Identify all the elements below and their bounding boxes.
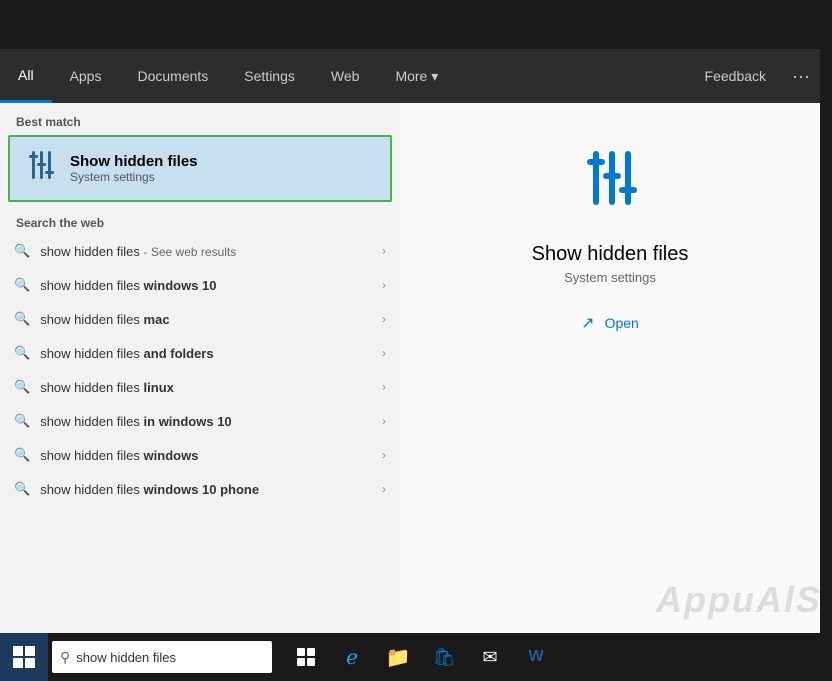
list-item[interactable]: 🔍 show hidden files linux › — [0, 370, 400, 404]
settings-icon — [22, 147, 58, 190]
list-item[interactable]: 🔍 show hidden files windows › — [0, 438, 400, 472]
open-label: Open — [605, 315, 639, 331]
tab-all[interactable]: All — [0, 49, 52, 103]
search-item-text: show hidden files windows 10 — [40, 278, 382, 293]
arrow-icon: › — [382, 482, 386, 496]
list-item[interactable]: 🔍 show hidden files - See web results › — [0, 234, 400, 268]
tab-more[interactable]: More ▾ — [377, 49, 456, 103]
result-subtitle: System settings — [564, 270, 656, 285]
start-button[interactable] — [0, 633, 48, 681]
arrow-icon: › — [382, 312, 386, 326]
tab-settings[interactable]: Settings — [226, 49, 313, 103]
search-icon: 🔍 — [14, 481, 30, 497]
search-item-text: show hidden files windows — [40, 448, 382, 463]
arrow-icon: › — [382, 278, 386, 292]
open-icon: ↗ — [581, 313, 594, 333]
search-item-text: show hidden files linux — [40, 380, 382, 395]
left-panel: Best match Show hidden files — [0, 103, 400, 633]
taskbar-word[interactable]: W — [514, 633, 558, 681]
taskbar-icons: ℯ 📁 🛍 ✉ W — [284, 633, 558, 681]
search-icon: 🔍 — [14, 447, 30, 463]
taskbar-search-icon: ⚲ — [60, 649, 70, 666]
tabs-bar: All Apps Documents Settings Web More ▾ F… — [0, 49, 820, 103]
search-icon: 🔍 — [14, 345, 30, 361]
search-web-label: Search the web — [0, 202, 400, 234]
right-panel: Show hidden files System settings ↗ Open — [400, 103, 820, 633]
best-match-subtitle: System settings — [70, 170, 198, 184]
search-item-text: show hidden files and folders — [40, 346, 382, 361]
best-match-title: Show hidden files — [70, 153, 198, 170]
search-popup: All Apps Documents Settings Web More ▾ F… — [0, 49, 820, 633]
search-icon: 🔍 — [14, 379, 30, 395]
list-item[interactable]: 🔍 show hidden files windows 10 › — [0, 268, 400, 302]
search-item-text: show hidden files mac — [40, 312, 382, 327]
best-match-text: Show hidden files System settings — [70, 153, 198, 184]
more-options-button[interactable]: ··· — [782, 49, 820, 103]
main-content: Best match Show hidden files — [0, 103, 820, 633]
search-item-text: show hidden files windows 10 phone — [40, 482, 382, 497]
tab-apps[interactable]: Apps — [52, 49, 120, 103]
feedback-tab[interactable]: Feedback — [689, 49, 782, 103]
search-item-text: show hidden files - See web results — [40, 244, 382, 259]
taskbar-task-view[interactable] — [284, 633, 328, 681]
search-icon: 🔍 — [14, 413, 30, 429]
taskbar-mail[interactable]: ✉ — [468, 633, 512, 681]
best-match-item[interactable]: Show hidden files System settings — [8, 135, 392, 202]
taskbar-store[interactable]: 🛍 — [422, 633, 466, 681]
list-item[interactable]: 🔍 show hidden files in windows 10 › — [0, 404, 400, 438]
taskbar-search-box[interactable]: ⚲ show hidden files — [52, 641, 272, 673]
open-action[interactable]: ↗ Open — [581, 313, 639, 333]
search-icon: 🔍 — [14, 311, 30, 327]
result-title: Show hidden files — [532, 243, 689, 266]
list-item[interactable]: 🔍 show hidden files windows 10 phone › — [0, 472, 400, 506]
arrow-icon: › — [382, 346, 386, 360]
search-icon: 🔍 — [14, 277, 30, 293]
tab-documents[interactable]: Documents — [119, 49, 226, 103]
taskbar-explorer[interactable]: 📁 — [376, 633, 420, 681]
list-item[interactable]: 🔍 show hidden files mac › — [0, 302, 400, 336]
taskbar-search-text: show hidden files — [76, 650, 176, 665]
list-item[interactable]: 🔍 show hidden files and folders › — [0, 336, 400, 370]
arrow-icon: › — [382, 448, 386, 462]
arrow-icon: › — [382, 414, 386, 428]
arrow-icon: › — [382, 244, 386, 258]
search-icon: 🔍 — [14, 243, 30, 259]
arrow-icon: › — [382, 380, 386, 394]
taskbar-edge[interactable]: ℯ — [330, 633, 374, 681]
result-icon — [575, 143, 645, 227]
best-match-label: Best match — [0, 103, 400, 135]
taskbar: ⚲ show hidden files ℯ 📁 🛍 ✉ W — [0, 633, 832, 681]
search-item-text: show hidden files in windows 10 — [40, 414, 382, 429]
tab-web[interactable]: Web — [313, 49, 378, 103]
